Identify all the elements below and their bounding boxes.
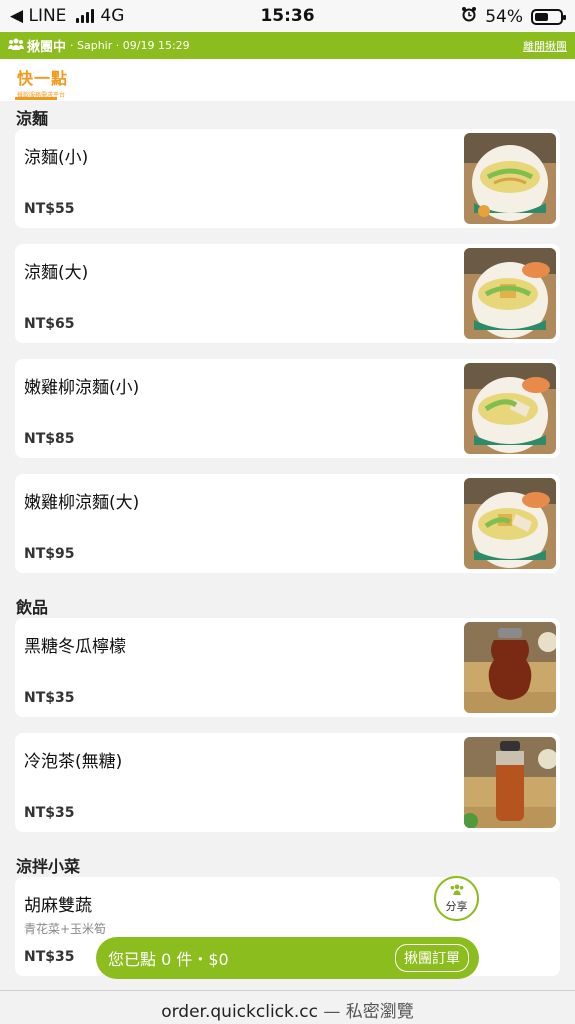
share-button[interactable]: 分享: [434, 876, 479, 921]
logo-tab-indicator: [15, 97, 57, 100]
battery-percent: 54%: [485, 6, 523, 27]
item-name: 涼麵(大): [24, 263, 89, 283]
group-order-button[interactable]: 揪團訂單: [395, 944, 469, 972]
item-price: NT$35: [24, 949, 75, 965]
section-title-cold-noodles: 涼麵: [16, 109, 49, 128]
group-status: 揪團中: [27, 40, 67, 55]
item-price: NT$85: [24, 431, 75, 447]
menu-item-card[interactable]: 黑糖冬瓜檸檬 NT$35: [15, 618, 560, 717]
cart-summary: 您已點 0 件・$0: [108, 950, 229, 969]
cold-brew-tea-photo: [464, 737, 556, 828]
item-name: 黑糖冬瓜檸檬: [24, 637, 126, 657]
menu-item-card[interactable]: 涼麵(大) NT$65: [15, 244, 560, 343]
item-name: 冷泡茶(無糖): [24, 752, 123, 772]
group-info: · Saphir · 09/19 15:29: [70, 39, 190, 52]
brown-sugar-drink-photo: [464, 622, 556, 713]
noodle-bowl-photo: [464, 248, 556, 339]
battery-icon: [531, 8, 566, 25]
item-price: NT$95: [24, 546, 75, 562]
group-order-bar: 揪團中 · Saphir · 09/19 15:29 離開揪團: [0, 32, 575, 59]
item-price: NT$55: [24, 201, 75, 217]
menu-item-card[interactable]: 嫩雞柳涼麵(小) NT$85: [15, 359, 560, 458]
menu-item-card[interactable]: 涼麵(小) NT$55: [15, 129, 560, 228]
item-price: NT$35: [24, 690, 75, 706]
group-icon: [8, 38, 24, 54]
status-right: 54%: [461, 6, 566, 27]
share-label: 分享: [445, 899, 468, 913]
chicken-noodle-bowl-photo: [464, 363, 556, 454]
section-title-drinks: 飲品: [16, 598, 49, 617]
url-text: order.quickclick.cc: [161, 1002, 318, 1022]
noodle-bowl-photo: [464, 133, 556, 224]
item-name: 嫩雞柳涼麵(小): [24, 378, 140, 398]
item-description: 青花菜+玉米筍: [24, 922, 107, 936]
leave-group-link[interactable]: 離開揪團: [523, 38, 567, 54]
browser-url-bar[interactable]: order.quickclick.cc — 私密瀏覽: [0, 990, 575, 1024]
logo-name: 快一點: [17, 69, 69, 88]
menu-item-card[interactable]: 冷泡茶(無糖) NT$35: [15, 733, 560, 832]
item-price: NT$35: [24, 805, 75, 821]
item-name: 嫩雞柳涼麵(大): [24, 493, 140, 513]
item-price: NT$65: [24, 316, 75, 332]
store-header: 快一點 餐飲服務需求平台: [0, 59, 575, 101]
cart-summary-bar[interactable]: 您已點 0 件・$0 揪團訂單: [96, 937, 479, 979]
quickclick-logo[interactable]: 快一點 餐飲服務需求平台: [17, 65, 68, 99]
group-share-icon: [449, 883, 465, 898]
chicken-noodle-bowl-photo: [464, 478, 556, 569]
ios-status-bar: ◀ LINE 4G 15:36 54%: [0, 0, 575, 32]
item-name: 涼麵(小): [24, 148, 89, 168]
section-title-side-dishes: 涼拌小菜: [16, 857, 81, 876]
alarm-icon: [461, 6, 477, 27]
menu-item-card[interactable]: 嫩雞柳涼麵(大) NT$95: [15, 474, 560, 573]
item-name: 胡麻雙蔬: [24, 896, 92, 916]
private-mode-label: — 私密瀏覽: [317, 1002, 414, 1022]
